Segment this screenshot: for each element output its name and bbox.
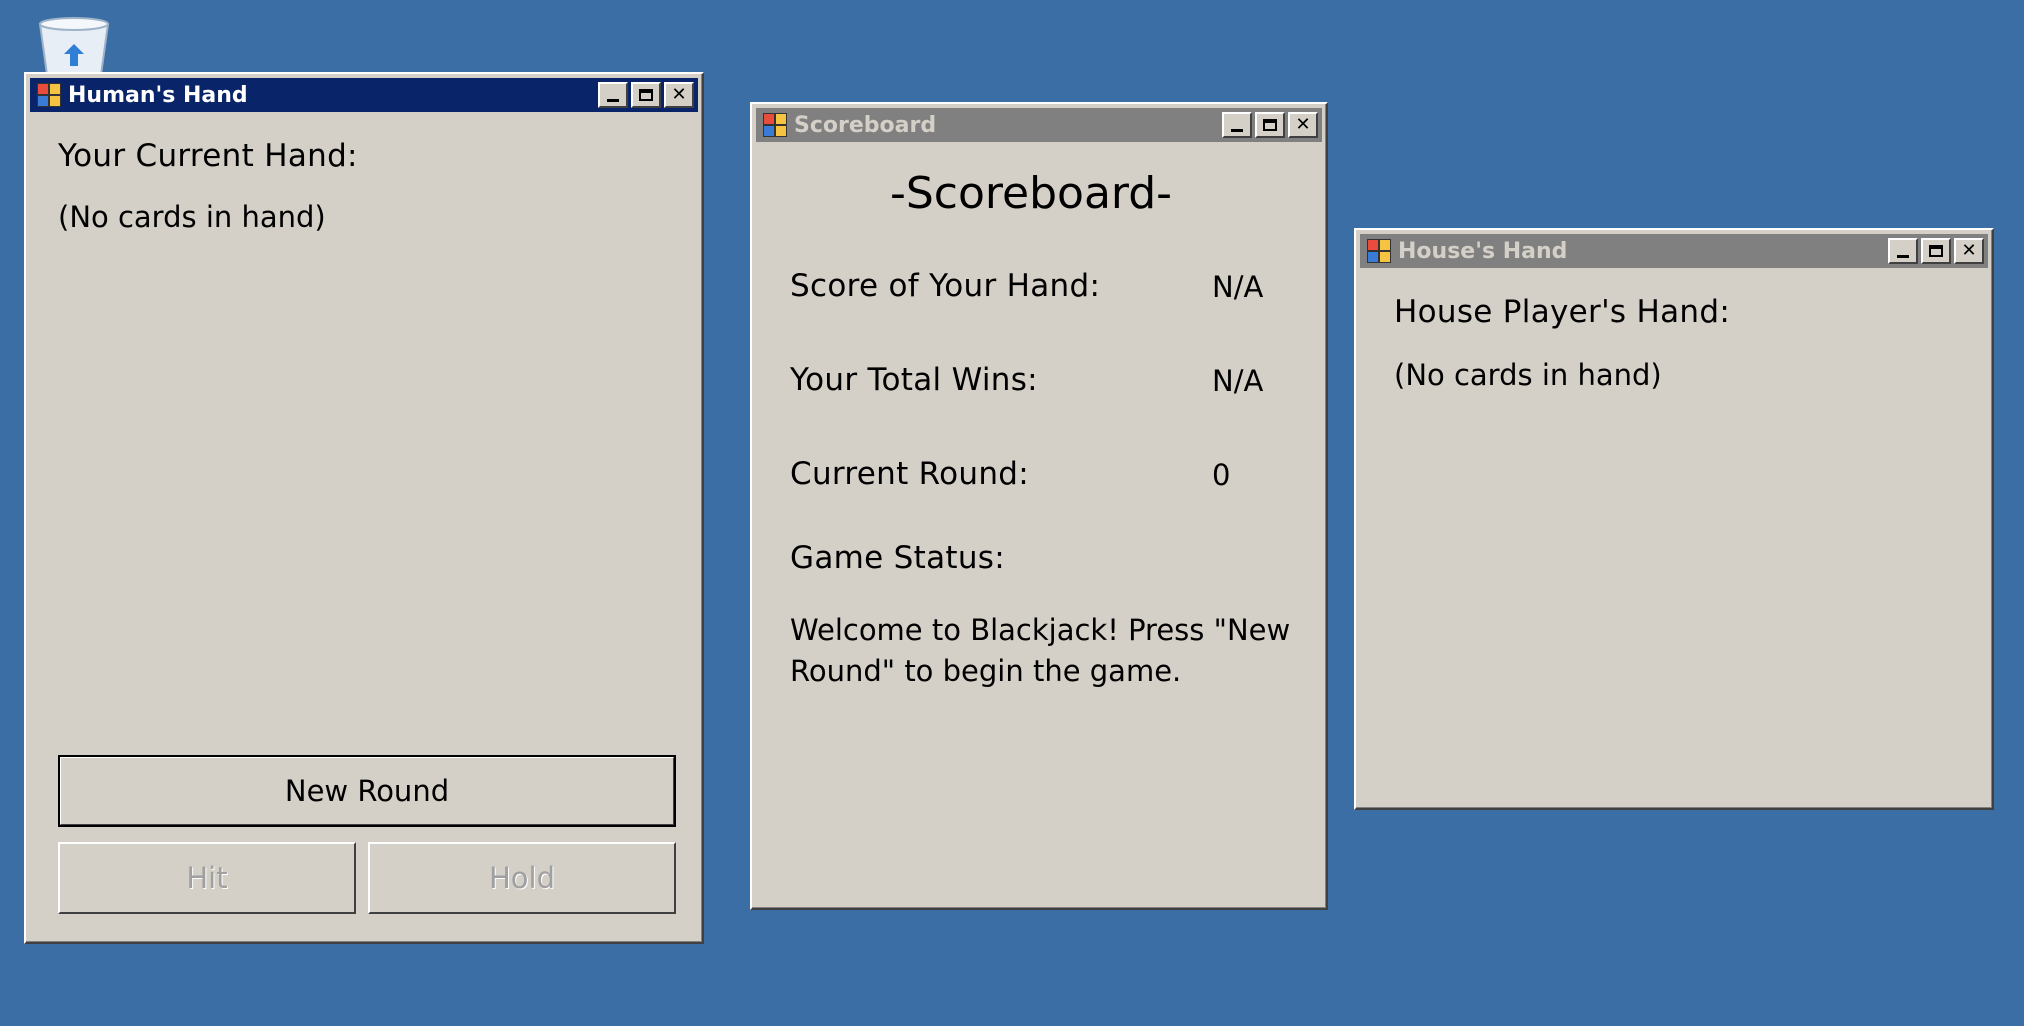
app-icon[interactable] (36, 82, 62, 108)
maximize-button[interactable] (1255, 112, 1285, 138)
app-icon[interactable] (762, 112, 788, 138)
scoreboard-titlebar[interactable]: Scoreboard ✕ (756, 108, 1322, 142)
maximize-button[interactable] (1921, 238, 1951, 264)
scoreboard-window: Scoreboard ✕ -Scoreboard- Score of Your … (750, 102, 1328, 910)
game-status-label: Game Status: (790, 540, 1005, 576)
total-wins-value: N/A (1212, 364, 1264, 398)
houses-hand-window: House's Hand ✕ House Player's Hand: (No … (1354, 228, 1994, 810)
maximize-button[interactable] (631, 82, 661, 108)
humans-hand-titlebar[interactable]: Human's Hand ✕ (30, 78, 698, 112)
window-title: Scoreboard (794, 112, 937, 138)
current-round-value: 0 (1212, 458, 1231, 492)
close-button[interactable]: ✕ (1288, 112, 1318, 138)
window-title: House's Hand (1398, 238, 1568, 264)
game-status-message: Welcome to Blackjack! Press "New Round" … (790, 613, 1291, 688)
minimize-button[interactable] (1888, 238, 1918, 264)
houses-hand-titlebar[interactable]: House's Hand ✕ (1360, 234, 1988, 268)
close-button[interactable]: ✕ (664, 82, 694, 108)
house-cards-text: (No cards in hand) (1394, 358, 1662, 392)
humans-hand-window: Human's Hand ✕ Your Current Hand: (No ca… (24, 72, 704, 944)
hit-button[interactable]: Hit (58, 842, 356, 914)
window-title: Human's Hand (68, 82, 248, 108)
human-cards-text: (No cards in hand) (58, 200, 326, 234)
new-round-button[interactable]: New Round (58, 755, 676, 827)
minimize-button[interactable] (598, 82, 628, 108)
hold-button[interactable]: Hold (368, 842, 676, 914)
current-hand-heading: Your Current Hand: (58, 138, 358, 174)
scoreboard-heading: -Scoreboard- (890, 168, 1173, 219)
close-icon: ✕ (1295, 114, 1311, 135)
current-round-label: Current Round: (790, 456, 1030, 492)
score-label: Score of Your Hand: (790, 268, 1101, 304)
close-icon: ✕ (671, 84, 687, 105)
close-button[interactable]: ✕ (1954, 238, 1984, 264)
minimize-button[interactable] (1222, 112, 1252, 138)
score-value: N/A (1212, 270, 1264, 304)
house-hand-heading: House Player's Hand: (1394, 294, 1731, 330)
app-icon[interactable] (1366, 238, 1392, 264)
total-wins-label: Your Total Wins: (790, 362, 1038, 398)
close-icon: ✕ (1961, 240, 1977, 261)
